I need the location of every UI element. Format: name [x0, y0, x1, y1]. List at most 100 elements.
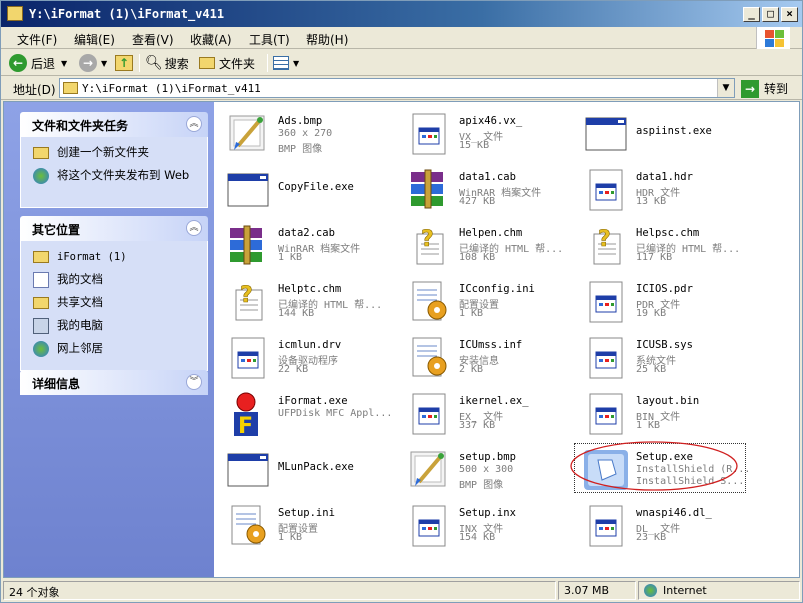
svg-text:?: ?: [240, 283, 253, 308]
place-my-computer[interactable]: 我的电脑: [21, 318, 207, 338]
file-item[interactable]: Setup.ini 配置设置 1 KB: [216, 498, 391, 552]
place-my-documents-label: 我的文档: [57, 272, 103, 286]
views-icon: [273, 56, 289, 70]
file-item[interactable]: Ads.bmp 360 x 270 BMP 图像: [216, 106, 391, 160]
back-button[interactable]: ← 后退 ▼: [9, 53, 67, 73]
file-item[interactable]: CopyFile.exe: [216, 162, 391, 216]
folders-button[interactable]: 文件夹: [199, 53, 255, 73]
menu-view[interactable]: 查看(V): [132, 31, 174, 48]
file-item[interactable]: ? Helptc.chm 已编译的 HTML 帮... 144 KB: [216, 274, 391, 328]
menu-edit[interactable]: 编辑(E): [74, 31, 115, 48]
shared-folder-icon: [33, 297, 49, 309]
file-item[interactable]: Setup.inx INX 文件 154 KB: [397, 498, 572, 552]
folder-icon: [199, 57, 215, 69]
status-size: 3.07 MB: [558, 581, 636, 600]
help-file-icon: ?: [224, 278, 272, 326]
file-name: ICUmss.inf: [459, 339, 523, 351]
address-dropdown-button[interactable]: ▼: [717, 79, 734, 97]
place-iformat[interactable]: iFormat (1): [21, 249, 207, 269]
file-size: 23 KB: [636, 532, 667, 543]
file-tasks-title: 文件和文件夹任务: [32, 119, 129, 133]
generic-file-icon: [405, 110, 453, 158]
file-item[interactable]: data1.hdr HDR 文件 13 KB: [574, 162, 749, 216]
file-size: 22 KB: [278, 364, 309, 375]
views-button[interactable]: ▼: [273, 53, 299, 73]
folders-label: 文件夹: [219, 56, 256, 71]
file-item[interactable]: apix46.vx_ VX_ 文件 15 KB: [397, 106, 572, 160]
details-header[interactable]: 详细信息 ︾: [20, 370, 208, 395]
file-tasks-header[interactable]: 文件和文件夹任务 ︽: [20, 112, 208, 137]
forward-button[interactable]: → ▼: [79, 53, 107, 73]
file-item[interactable]: ICconfig.ini 配置设置 1 KB: [397, 274, 572, 328]
expand-icon[interactable]: ︾: [186, 374, 202, 390]
file-item[interactable]: setup.bmp 500 x 300 BMP 图像: [397, 442, 572, 496]
file-item[interactable]: ? Helpen.chm 已编译的 HTML 帮... 108 KB: [397, 218, 572, 272]
up-folder-button[interactable]: ↑: [115, 53, 133, 73]
go-button[interactable]: → 转到: [741, 79, 788, 98]
window-title: Y:\iFormat (1)\iFormat_v411: [29, 7, 225, 21]
file-size: BMP 图像: [459, 480, 504, 491]
file-name: layout.bin: [636, 395, 700, 407]
task-new-folder[interactable]: 创建一个新文件夹: [21, 145, 207, 165]
back-label: 后退: [31, 56, 56, 71]
svg-text:F: F: [238, 414, 253, 438]
other-places-title: 其它位置: [32, 223, 81, 237]
file-item[interactable]: data2.cab WinRAR 档案文件 1 KB: [216, 218, 391, 272]
up-folder-icon: ↑: [115, 55, 133, 71]
file-item[interactable]: layout.bin BIN 文件 1 KB: [574, 386, 749, 440]
menu-help[interactable]: 帮助(H): [306, 31, 348, 48]
title-bar[interactable]: Y:\iFormat (1)\iFormat_v411 _ □ ×: [1, 1, 802, 27]
task-publish-web[interactable]: 将这个文件夹发布到 Web: [21, 168, 207, 198]
close-button[interactable]: ×: [781, 7, 798, 22]
file-name: Setup.ini: [278, 507, 335, 519]
address-label: 地址(D): [13, 83, 56, 97]
file-item[interactable]: FiFormat.exe UFPDisk MFC Appl...: [216, 386, 392, 440]
paint-brush-icon: [224, 110, 272, 158]
minimize-button[interactable]: _: [743, 7, 760, 22]
file-item[interactable]: ikernel.ex_ EX_ 文件 337 KB: [397, 386, 572, 440]
place-my-documents[interactable]: 我的文档: [21, 272, 207, 292]
windows-logo-icon: [756, 27, 790, 49]
file-item[interactable]: MLunPack.exe: [216, 442, 391, 496]
file-name: setup.bmp: [459, 451, 516, 463]
menu-favorites[interactable]: 收藏(A): [190, 31, 232, 48]
file-item[interactable]: ? Helpsc.chm 已编译的 HTML 帮... 117 KB: [574, 218, 749, 272]
folder-icon: [63, 82, 78, 94]
file-item[interactable]: wnaspi46.dl_ DL_ 文件 23 KB: [574, 498, 749, 552]
config-file-icon: [224, 502, 272, 550]
file-item[interactable]: ICIOS.pdr PDR 文件 19 KB: [574, 274, 749, 328]
file-name: wnaspi46.dl_: [636, 507, 712, 519]
file-size: 1 KB: [459, 308, 484, 319]
address-input[interactable]: Y:\iFormat (1)\iFormat_v411 ▼: [59, 78, 735, 98]
generic-file-icon: [582, 502, 630, 550]
search-button[interactable]: 🔍︎ 搜索: [145, 53, 189, 73]
file-type: 360 x 270: [278, 128, 333, 139]
collapse-icon[interactable]: ︽: [186, 220, 202, 236]
place-shared-documents[interactable]: 共享文档: [21, 295, 207, 315]
maximize-button[interactable]: □: [762, 7, 779, 22]
file-item[interactable]: ICUSB.sys 系统文件 25 KB: [574, 330, 749, 384]
content-area: 文件和文件夹任务 ︽ 创建一个新文件夹 将这个文件夹发布到 Web 其它位置 ︽…: [3, 101, 800, 578]
file-item[interactable]: icmlun.drv 设备驱动程序 22 KB: [216, 330, 391, 384]
svg-text:?: ?: [598, 227, 611, 252]
file-size: 19 KB: [636, 308, 667, 319]
menu-tools[interactable]: 工具(T): [249, 31, 290, 48]
status-bar: 24 个对象 3.07 MB Internet: [1, 579, 802, 602]
back-arrow-icon: ←: [9, 54, 27, 72]
file-name: Helpen.chm: [459, 227, 523, 239]
search-icon: 🔍︎: [145, 55, 163, 71]
file-item[interactable]: ICUmss.inf 安装信息 2 KB: [397, 330, 572, 384]
file-item[interactable]: aspiinst.exe: [574, 106, 749, 160]
file-name: iFormat.exe: [278, 395, 348, 407]
collapse-icon[interactable]: ︽: [186, 116, 202, 132]
file-item[interactable]: Setup.exe InstallShield (R... InstallShiel…: [574, 442, 750, 496]
file-size: 144 KB: [278, 308, 315, 319]
file-name: data1.hdr: [636, 171, 693, 183]
chevron-down-icon: ▼: [61, 58, 68, 68]
other-places-header[interactable]: 其它位置 ︽: [20, 216, 208, 241]
place-network[interactable]: 网上邻居: [21, 341, 207, 361]
paint-brush-icon: [405, 446, 453, 494]
menu-file[interactable]: 文件(F): [17, 31, 57, 48]
iformat-app-icon: F: [224, 390, 272, 439]
file-item[interactable]: data1.cab WinRAR 档案文件 427 KB: [397, 162, 572, 216]
